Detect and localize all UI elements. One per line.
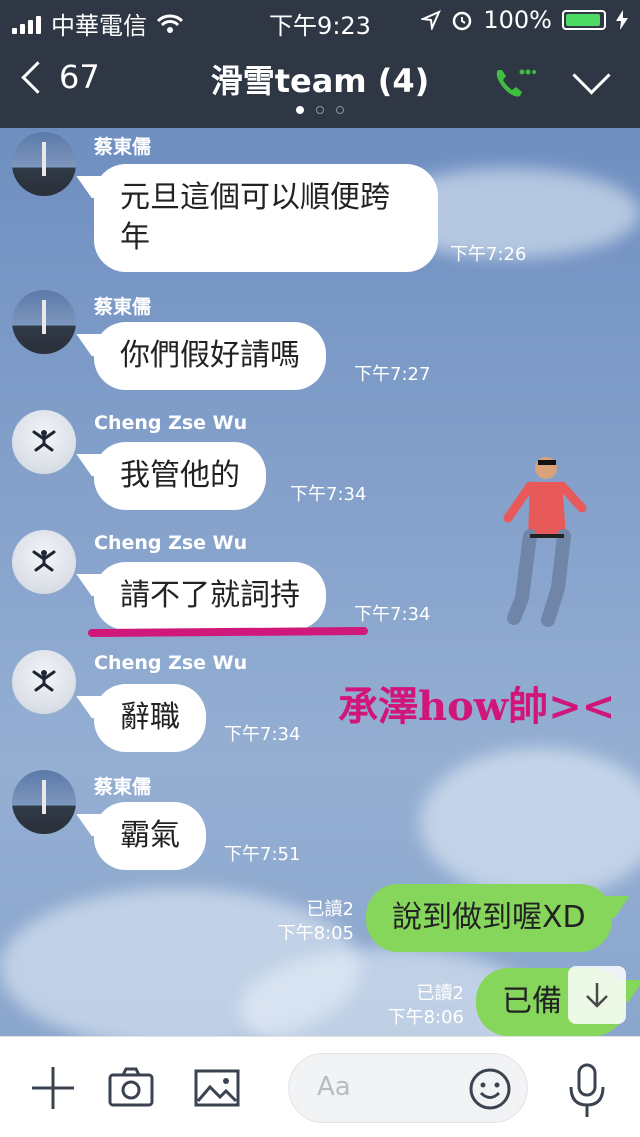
read-receipt: 已讀2 下午8:06 [387,983,464,1028]
sender-name: Cheng Zse Wu [94,652,248,674]
snow-angel-avatar[interactable] [12,530,76,594]
phone-call-icon[interactable] [492,66,536,102]
message-bubble[interactable]: 霸氣 [94,802,206,870]
rocket-avatar[interactable] [12,290,76,354]
camera-icon[interactable] [106,1063,156,1113]
rocket-avatar[interactable] [12,770,76,834]
message-bubble[interactable]: 元旦這個可以順便跨年 [94,164,438,272]
snow-angel-figure [32,430,56,452]
message-time: 下午7:34 [224,724,301,745]
scroll-to-bottom-button[interactable] [568,966,626,1024]
background-cloud [420,748,640,898]
message-time: 下午7:27 [354,364,431,385]
location-arrow-icon [421,10,442,30]
message-bubble[interactable]: 你們假好請嗎 [94,322,326,390]
snow-angel-avatar[interactable] [12,650,76,714]
sender-name: Cheng Zse Wu [94,532,248,554]
sender-name: Cheng Zse Wu [94,412,248,434]
sender-name: 蔡東儒 [94,776,152,798]
message-bubble[interactable]: 辭職 [94,684,206,752]
message-bubble[interactable]: 請不了就詞持 [94,562,326,630]
message-time: 下午7:34 [354,604,431,625]
alarm-icon [453,11,472,31]
top-bar: 中華電信 下午9:23 100% 67 滑雪team (4) [0,0,640,128]
plus-icon[interactable] [28,1063,78,1113]
page-dot [296,106,304,114]
read-receipt: 已讀2 下午8:05 [277,899,354,944]
chat-area[interactable]: 蔡東儒 元旦這個可以順便跨年 下午7:26 蔡東儒 你們假好請嗎 下午7:27 … [0,128,640,1036]
message-bubble[interactable]: 我管他的 [94,442,266,510]
battery-percent: 100% [483,6,552,34]
status-bar: 中華電信 下午9:23 100% [0,0,640,40]
battery-icon [562,10,606,30]
arrow-down-icon [586,983,608,1008]
snow-angel-figure [32,550,56,572]
message-time: 下午7:26 [450,244,527,265]
message-input[interactable]: Aa [288,1053,528,1123]
sender-name: 蔡東儒 [94,136,152,158]
rocket-avatar[interactable] [12,132,76,196]
charging-bolt-icon [616,10,628,30]
dancing-man-sticker [503,457,587,627]
pink-underline-annotation [87,627,369,637]
message-time: 下午7:34 [290,484,367,505]
input-bar: Aa [0,1036,640,1137]
page-dot [336,106,344,114]
page-indicator [0,106,640,114]
microphone-icon[interactable] [562,1063,612,1119]
snow-angel-figure [32,670,56,692]
page-dot [316,106,324,114]
image-icon[interactable] [192,1063,242,1113]
message-bubble-outgoing[interactable]: 說到做到喔XD [366,884,612,952]
handwritten-annotation: 承澤how帥>< [338,683,616,730]
chat-title[interactable]: 滑雪team (4) [0,56,640,102]
snow-angel-avatar[interactable] [12,410,76,474]
chat-header: 67 滑雪team (4) [0,44,640,128]
sender-name: 蔡東儒 [94,296,152,318]
message-time: 下午7:51 [224,844,301,865]
input-placeholder: Aa [317,1072,351,1102]
emoji-icon[interactable] [467,1066,513,1112]
